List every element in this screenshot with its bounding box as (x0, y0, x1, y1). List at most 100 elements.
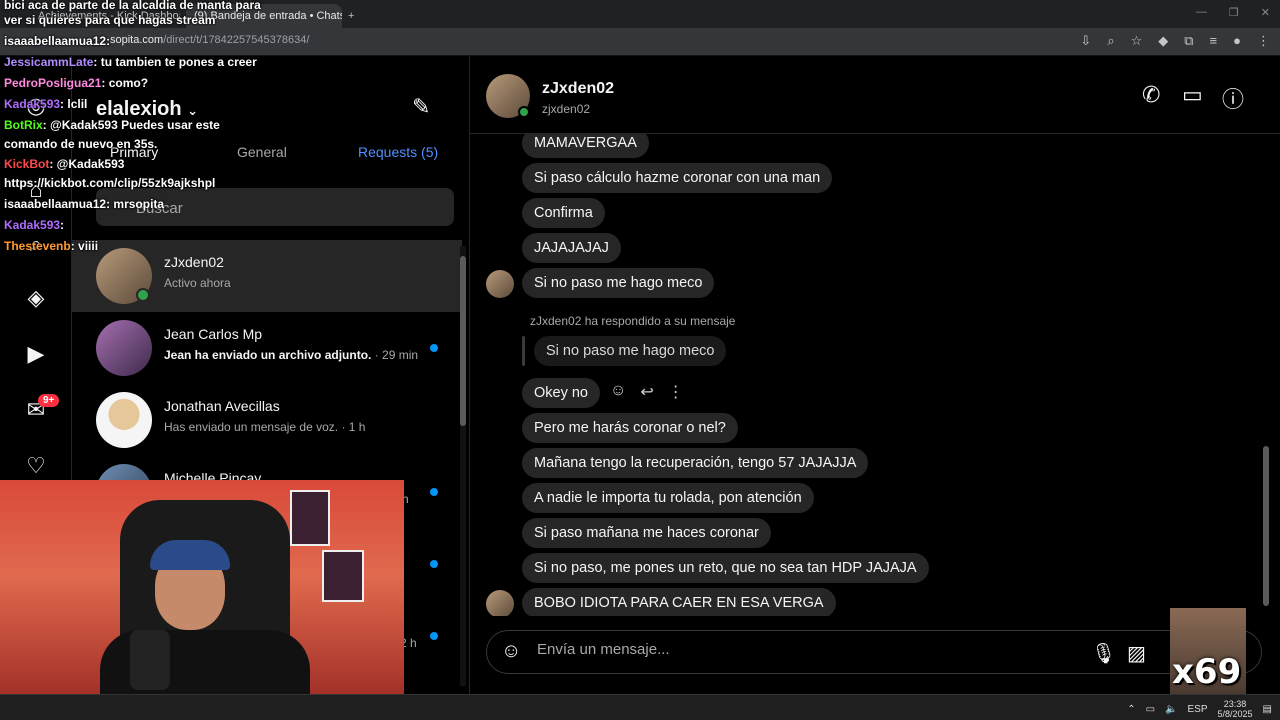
chat-line: BotRix: @Kadak593 Puedes usar este (4, 118, 220, 132)
chat-username: Kadak593 (4, 97, 61, 111)
emoji-icon[interactable]: ☺ (501, 640, 521, 663)
scroll-thumb[interactable] (1263, 446, 1269, 606)
quoted-message[interactable]: Si no paso me hago meco (534, 336, 727, 366)
poster (322, 550, 364, 602)
chat-line: isaaabellaamua12: (4, 34, 110, 48)
chevron-down-icon: ⌄ (187, 103, 199, 118)
chat-line: https://kickbot.com/clip/55zk9ajkshpl (4, 176, 215, 190)
reply-bar (522, 336, 525, 366)
new-tab-button[interactable]: + (344, 4, 364, 28)
microphone (130, 630, 170, 690)
message-bubble[interactable]: Mañana tengo la recuperación, tengo 57 J… (522, 448, 869, 478)
puzzle-icon[interactable]: ⧉ (1184, 33, 1193, 49)
unread-dot (430, 488, 438, 496)
message-bubble[interactable]: MAMAVERGAA (522, 134, 649, 158)
reels-icon[interactable]: ▶ (22, 340, 50, 368)
info-icon[interactable]: ⓘ (1222, 82, 1244, 114)
notification-badge: 9+ (38, 394, 60, 407)
message-composer: ☺ 🎙 ▨ (486, 630, 1262, 674)
thread-preview: Jean ha enviado un archivo adjunto. · 29… (164, 348, 418, 362)
tab-requests[interactable]: Requests (5) (358, 144, 438, 160)
thread-name: zJxden02 (164, 254, 224, 270)
phone-icon[interactable]: ✆ (1142, 82, 1160, 108)
message-bubble[interactable]: JAJAJAJAJ (522, 233, 621, 263)
chat-username: KickBot (4, 157, 50, 171)
unread-dot (430, 344, 438, 352)
avatar (486, 590, 514, 616)
chat-username: isaaabellaamua12 (4, 197, 107, 211)
avatar (96, 392, 152, 448)
microphone-icon[interactable]: 🎙 (1091, 641, 1116, 666)
chat-message: comando de nuevo en 35s. (4, 137, 158, 151)
inbox-scrollbar[interactable] (460, 246, 466, 686)
reply-icon[interactable]: ↩ (640, 382, 653, 402)
zoom-icon[interactable]: ⌕ (1107, 33, 1114, 49)
volume-icon[interactable]: 🔈 (1165, 704, 1177, 715)
image-icon[interactable]: ▨ (1127, 641, 1146, 666)
message-bubble[interactable]: Pero me harás coronar o nel? (522, 413, 738, 443)
compose-icon[interactable]: ✎ (412, 94, 430, 120)
message-input[interactable] (537, 641, 1037, 658)
chat-message: : (106, 34, 111, 48)
chat-line: JessicammLate: tu tambien te pones a cre… (4, 55, 257, 69)
chat-line: PedroPosligua21: como? (4, 76, 148, 90)
extension-icon[interactable]: ◆ (1158, 33, 1168, 49)
chat-username: isaaabellaamua12 (4, 34, 107, 48)
chat-message: : (60, 218, 65, 232)
window-close-icon[interactable]: ✕ (1261, 6, 1270, 19)
cap (150, 540, 230, 570)
message-bubble[interactable]: Si no paso me hago meco (522, 268, 715, 298)
chat-line: comando de nuevo en 35s. (4, 137, 157, 151)
clock-date: 5/8/2025 (1217, 709, 1253, 719)
language-indicator[interactable]: ESP (1187, 704, 1207, 715)
minimize-icon[interactable]: — (1196, 6, 1207, 19)
clock[interactable]: 23:38 5/8/2025 (1218, 699, 1253, 719)
install-icon[interactable]: ⇩ (1080, 33, 1091, 49)
thread-item[interactable]: Jean Carlos Mp Jean ha enviado un archiv… (72, 312, 462, 384)
username-text: elalexioh (96, 98, 182, 120)
chat-panel: zJxden02 zjxden02 ✆ ▭ ⓘ MAMAVERGAA Si pa… (470, 56, 1280, 694)
video-icon[interactable]: ▭ (1182, 82, 1203, 108)
message-bubble[interactable]: A nadie le importa tu rolada, pon atenci… (522, 483, 814, 513)
thread-name: Jean Carlos Mp (164, 326, 263, 342)
chat-message: : @Kadak593 Puedes usar este (42, 118, 220, 132)
more-icon[interactable]: ⋮ (668, 382, 684, 402)
explore-icon[interactable]: ◈ (22, 284, 50, 312)
maximize-icon[interactable]: ❐ (1229, 6, 1239, 19)
star-icon[interactable]: ☆ (1131, 33, 1143, 49)
menu-icon[interactable]: ⋮ (1257, 33, 1270, 49)
chat-username: PedroPosligua21 (4, 76, 102, 90)
chat-scrollbar[interactable] (1262, 66, 1270, 616)
message-bubble[interactable]: BOBO IDIOTA PARA CAER EN ESA VERGA (522, 588, 836, 616)
thread-item[interactable]: zJxden02 Activo ahora (72, 240, 462, 312)
window-controls: — ❐ ✕ (1196, 6, 1270, 19)
heart-icon[interactable]: ♡ (22, 452, 50, 480)
url-domain: .com (139, 34, 164, 46)
address-bar[interactable]: sopita.com/direct/t/17842257545378634/ ⇩… (0, 28, 1280, 56)
chevron-up-icon[interactable]: ⌃ (1127, 704, 1135, 715)
chat-message: https://kickbot.com/clip/55zk9ajkshpl (4, 176, 216, 190)
chat-line: Kadak593: (4, 218, 64, 232)
system-tray: ⌃ ▭ 🔈 ESP 23:38 5/8/2025 ▤ (1127, 699, 1272, 719)
thread-item[interactable]: Jonathan Avecillas Has enviado un mensaj… (72, 384, 462, 456)
url-text[interactable]: sopita.com/direct/t/17842257545378634/ (110, 34, 309, 46)
media-icon[interactable]: ≡ (1210, 33, 1218, 49)
notification-icon[interactable]: ▤ (1263, 704, 1272, 715)
profile-icon[interactable]: ● (1233, 33, 1241, 49)
react-icon[interactable]: ☺ (610, 382, 626, 402)
message-actions: ☺ ↩ ⋮ (610, 382, 684, 402)
preview-text: Jean ha enviado un archivo adjunto. (164, 348, 372, 362)
message-bubble[interactable]: Okey no (522, 378, 600, 408)
message-bubble[interactable]: Si paso cálculo hazme coronar con una ma… (522, 163, 833, 193)
tab-general[interactable]: General (237, 144, 287, 160)
clock-time: 23:38 (1223, 699, 1247, 709)
scroll-thumb[interactable] (460, 256, 466, 426)
message-bubble[interactable]: Confirma (522, 198, 605, 228)
thread-preview: Has enviado un mensaje de voz. · 1 h (164, 420, 365, 434)
message-bubble[interactable]: Si paso mañana me haces coronar (522, 518, 771, 548)
chat-line: ver si quieres para que hagas stream (4, 13, 215, 27)
chat-title[interactable]: zJxden02 (542, 80, 614, 98)
online-indicator (136, 288, 150, 302)
network-icon[interactable]: ▭ (1146, 704, 1155, 715)
message-bubble[interactable]: Si no paso, me pones un reto, que no sea… (522, 553, 929, 583)
